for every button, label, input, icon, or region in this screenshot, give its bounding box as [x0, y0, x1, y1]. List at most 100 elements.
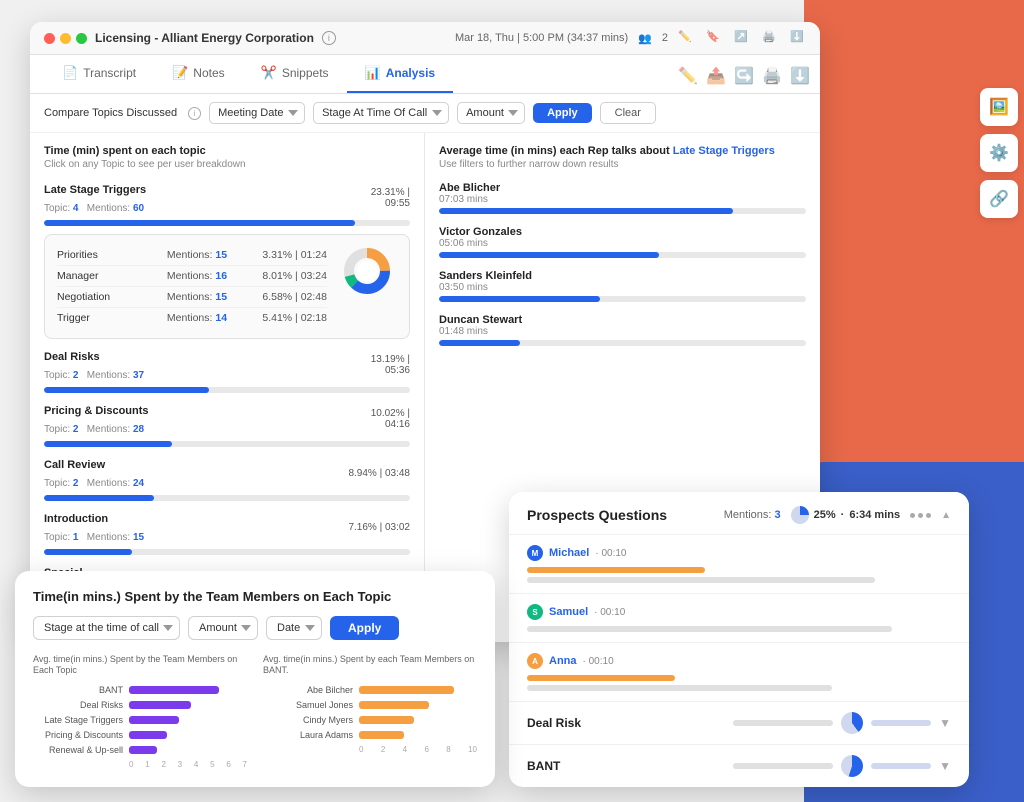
- fc-time-michael: · 00:10: [595, 548, 626, 559]
- topic-name-late-stage: Late Stage Triggers: [44, 184, 146, 196]
- print-icon[interactable]: 🖨️: [762, 30, 778, 46]
- rep-name-duncan: Duncan Stewart: [439, 314, 806, 326]
- meeting-date-select[interactable]: Meeting Date: [209, 102, 305, 124]
- forward-icon[interactable]: ↪️: [734, 66, 750, 82]
- sidebar-icon-image[interactable]: 🖼️: [980, 88, 1018, 126]
- link-icon[interactable]: ↗️: [734, 30, 750, 46]
- subtopic-priorities[interactable]: Priorities Mentions: 15 3.31% | 01:24: [57, 245, 327, 266]
- print-icon-tab[interactable]: 🖨️: [762, 66, 778, 82]
- fc-deal-risk-chevron[interactable]: ▼: [939, 716, 951, 730]
- rep-name-victor: Victor Gonzales: [439, 226, 806, 238]
- minimize-button[interactable]: [60, 33, 71, 44]
- fc-bant-chevron[interactable]: ▼: [939, 759, 951, 773]
- fc-bar-orange-anna: [527, 675, 675, 681]
- chart2-bar-laura: Laura Adams: [263, 730, 477, 740]
- chart2-axis: 0246810: [263, 745, 477, 754]
- filter-bar: Compare Topics Discussed i Meeting Date …: [30, 94, 820, 133]
- topic-meta-deal-risks: Topic: 2 Mentions: 37: [44, 370, 144, 381]
- chart2-fill-samuel: [359, 701, 429, 709]
- rep-bar-duncan: [439, 340, 806, 346]
- share-icon-tab[interactable]: 📤: [706, 66, 722, 82]
- chart1-bar-deal-risks: Deal Risks: [33, 700, 247, 710]
- chart2-fill-abe: [359, 686, 454, 694]
- fc-name-samuel: Samuel: [549, 606, 588, 618]
- float-date-select[interactable]: Date: [266, 616, 322, 640]
- tab-analysis[interactable]: 📊 Analysis: [347, 55, 454, 93]
- subtopic-trigger[interactable]: Trigger Mentions: 14 5.41% | 02:18: [57, 308, 327, 328]
- edit-icon[interactable]: ✏️: [678, 66, 694, 82]
- bookmark-icon[interactable]: 🔖: [706, 30, 722, 46]
- rep-time-victor: 05:06 mins: [439, 238, 806, 249]
- window-controls: [44, 33, 87, 44]
- topic-introduction[interactable]: Introduction Topic: 1 Mentions: 15 7.16%…: [44, 509, 410, 555]
- subtopic-pct-trigger: 5.41% | 02:18: [257, 312, 327, 324]
- float-filter-row: Stage at the time of call Amount Date Ap…: [33, 616, 477, 640]
- rep-duncan-stewart[interactable]: Duncan Stewart 01:48 mins: [439, 314, 806, 346]
- rep-abe-blicher[interactable]: Abe Blicher 07:03 mins: [439, 182, 806, 214]
- rep-sanders-kleinfeld[interactable]: Sanders Kleinfeld 03:50 mins: [439, 270, 806, 302]
- rep-time-abe: 07:03 mins: [439, 194, 806, 205]
- tab-transcript[interactable]: 📄 Transcript: [44, 55, 154, 93]
- chart1-fill-deal-risks: [129, 701, 191, 709]
- maximize-button[interactable]: [76, 33, 87, 44]
- fc-pct-badge: 25% · 6:34 mins: [791, 506, 900, 524]
- fc-meta: Mentions: 3 25% · 6:34 mins ▲: [724, 506, 951, 524]
- download-icon-tab[interactable]: ⬇️: [790, 66, 806, 82]
- chart2-fill-cindy: [359, 716, 414, 724]
- topic-deal-risks[interactable]: Deal Risks Topic: 2 Mentions: 37 13.19% …: [44, 347, 410, 393]
- float-apply-button[interactable]: Apply: [330, 616, 399, 640]
- title-bar-right: Mar 18, Thu | 5:00 PM (34:37 mins) 👥 2 ✏…: [455, 30, 806, 46]
- fc-title-row: Prospects Questions Mentions: 3 25% · 6:…: [527, 506, 951, 524]
- fc-collapse-icon[interactable]: ▲: [941, 510, 951, 521]
- rep-bar-sanders: [439, 296, 806, 302]
- notes-icon: 📝: [172, 65, 188, 81]
- tab-notes[interactable]: 📝 Notes: [154, 55, 243, 93]
- participant-icon: 👥: [638, 32, 652, 45]
- filter-label: Compare Topics Discussed: [44, 107, 177, 119]
- info-icon[interactable]: i: [322, 31, 336, 45]
- topic-bar-fill-late-stage: [44, 220, 355, 226]
- sidebar-icon-settings[interactable]: ⚙️: [980, 134, 1018, 172]
- sidebar-right: 🖼️ ⚙️ 🔗: [974, 80, 1024, 226]
- rep-name-abe: Abe Blicher: [439, 182, 806, 194]
- fc-donut-mini: [791, 506, 809, 524]
- topic-meta-pricing: Topic: 2 Mentions: 28: [44, 424, 144, 435]
- fc-rep-michael-header: M Michael · 00:10: [527, 545, 951, 561]
- chart1-label-deal-risks: Deal Risks: [33, 700, 123, 710]
- fc-time-samuel: · 00:10: [594, 607, 625, 618]
- float-amount-select[interactable]: Amount: [188, 616, 258, 640]
- topic-call-review[interactable]: Call Review Topic: 2 Mentions: 24 8.94% …: [44, 455, 410, 501]
- filter-info-icon[interactable]: i: [188, 107, 201, 120]
- close-button[interactable]: [44, 33, 55, 44]
- subtopic-name-priorities: Priorities: [57, 249, 137, 261]
- clear-button[interactable]: Clear: [600, 102, 656, 124]
- fc-right-header: Prospects Questions Mentions: 3 25% · 6:…: [509, 492, 969, 534]
- amount-select[interactable]: Amount: [457, 102, 525, 124]
- chart1-bar-bant: BANT: [33, 685, 247, 695]
- chart2-label-laura: Laura Adams: [263, 730, 353, 740]
- fc-deal-risk-title: Deal Risk: [527, 716, 581, 730]
- bar-call-review: [44, 495, 410, 501]
- fc-more-icon[interactable]: [910, 513, 931, 518]
- share-icon[interactable]: ✏️: [678, 30, 694, 46]
- apply-button[interactable]: Apply: [533, 103, 592, 123]
- topic-pricing[interactable]: Pricing & Discounts Topic: 2 Mentions: 2…: [44, 401, 410, 447]
- sidebar-icon-network[interactable]: 🔗: [980, 180, 1018, 218]
- datetime-label: Mar 18, Thu | 5:00 PM (34:37 mins): [455, 32, 628, 44]
- subtopic-manager[interactable]: Manager Mentions: 16 8.01% | 03:24: [57, 266, 327, 287]
- topic-late-stage-triggers[interactable]: Late Stage Triggers Topic: 4 Mentions: 6…: [44, 180, 410, 339]
- subtopic-mentions-trigger: Mentions: 14: [167, 312, 227, 324]
- topic-name-pricing: Pricing & Discounts: [44, 405, 149, 417]
- stage-select[interactable]: Stage At Time Of Call: [313, 102, 449, 124]
- subtopic-mentions-manager: Mentions: 16: [167, 270, 227, 282]
- bar-deal-risks: [44, 387, 410, 393]
- fc-rep-samuel-header: S Samuel · 00:10: [527, 604, 951, 620]
- subtopic-negotiation[interactable]: Negotiation Mentions: 15 6.58% | 02:48: [57, 287, 327, 308]
- topic-pct-pricing: 10.02% |04:16: [340, 408, 410, 430]
- chart2-label-samuel: Samuel Jones: [263, 700, 353, 710]
- rep-victor-gonzales[interactable]: Victor Gonzales 05:06 mins: [439, 226, 806, 258]
- download-icon[interactable]: ⬇️: [790, 30, 806, 46]
- float-stage-select[interactable]: Stage at the time of call: [33, 616, 180, 640]
- left-section-title: Time (min) spent on each topic: [44, 145, 410, 157]
- tab-snippets[interactable]: ✂️ Snippets: [243, 55, 347, 93]
